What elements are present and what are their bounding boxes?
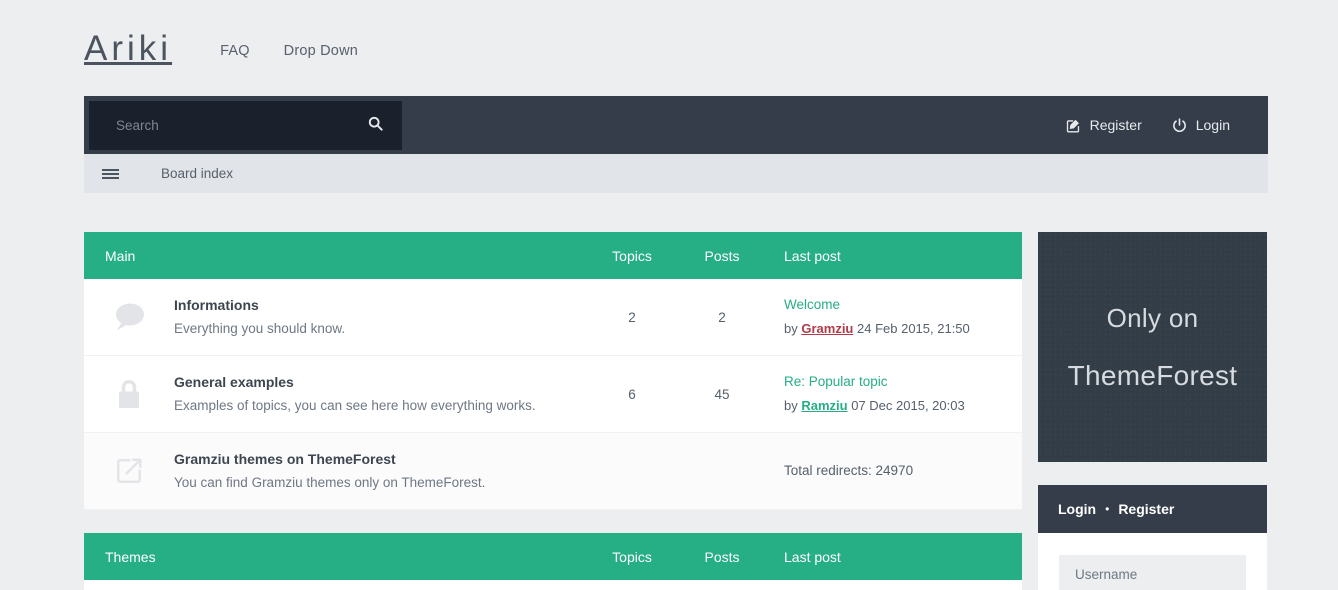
- forum-name[interactable]: Gramziu themes on ThemeForest: [174, 451, 396, 467]
- search-input[interactable]: [116, 117, 362, 133]
- page-root: Ariki FAQ Drop Down Search Register Logi…: [0, 0, 1338, 590]
- last-post-byline: by Gramziu 24 Feb 2015, 21:50: [784, 319, 1022, 339]
- forum-description: Examples of topics, you can see here how…: [174, 397, 536, 413]
- last-post-by-prefix: by: [784, 320, 798, 336]
- forum-category-themes: Themes Topics Posts Last post: [84, 533, 1022, 590]
- nav-drop-down[interactable]: Drop Down: [284, 43, 358, 59]
- column-header-topics: Topics: [612, 247, 652, 264]
- forum-row[interactable]: Gramziu themes on ThemeForest You can fi…: [84, 433, 1022, 510]
- header-bar: Register Login: [84, 96, 1268, 154]
- forum-topics-count: 6: [628, 386, 636, 402]
- last-post-title[interactable]: Welcome: [784, 297, 840, 312]
- last-post-date: 24 Feb 2015, 21:50: [857, 320, 970, 336]
- search-box: [89, 100, 402, 150]
- register-label: Register: [1089, 117, 1142, 133]
- category-title: Themes: [105, 548, 156, 565]
- banner-line-1: Only on: [1106, 302, 1199, 333]
- forum-description: Everything you should know.: [174, 320, 346, 336]
- forum-name[interactable]: Informations: [174, 297, 259, 313]
- forum-row[interactable]: [84, 580, 1022, 590]
- forum-list: Main Topics Posts Last post Informations…: [84, 232, 1022, 590]
- column-header-posts: Posts: [704, 247, 740, 264]
- lock-icon: [84, 378, 174, 410]
- forum-row[interactable]: Informations Everything you should know.…: [84, 279, 1022, 356]
- forum-name[interactable]: General examples: [174, 374, 294, 390]
- sidebar: Only on ThemeForest Login • Register: [1038, 232, 1267, 590]
- forum-category-header: Main Topics Posts Last post: [84, 232, 1022, 279]
- last-post-author[interactable]: Ramziu: [801, 398, 847, 413]
- external-link-icon: [84, 456, 174, 486]
- breadcrumb-board-index[interactable]: Board index: [161, 166, 233, 181]
- forum-posts-count: 2: [718, 309, 726, 325]
- forum-row-body: General examples Examples of topics, you…: [174, 374, 587, 415]
- forum-last-post: Re: Popular topic by Ramziu 07 Dec 2015,…: [767, 372, 1022, 416]
- last-post-by-prefix: by: [784, 397, 798, 413]
- forum-topics-count: 2: [628, 309, 636, 325]
- nav-faq[interactable]: FAQ: [220, 43, 250, 59]
- search-icon: [368, 116, 383, 134]
- pencil-square-icon: [1066, 118, 1081, 133]
- breadcrumb: Board index: [84, 154, 1268, 193]
- header-actions: Register Login: [1066, 117, 1268, 133]
- forum-description: You can find Gramziu themes only on Them…: [174, 474, 486, 490]
- forum-last-post: Total redirects: 24970: [767, 461, 1022, 482]
- panel-separator: •: [1105, 502, 1110, 516]
- column-header-last-post: Last post: [784, 247, 841, 264]
- column-header-topics: Topics: [612, 548, 652, 565]
- themeforest-banner[interactable]: Only on ThemeForest: [1038, 232, 1267, 462]
- site-logo[interactable]: Ariki: [84, 31, 172, 66]
- forum-category-main: Main Topics Posts Last post Informations…: [84, 232, 1022, 510]
- login-link[interactable]: Login: [1172, 117, 1230, 133]
- top-navigation: Ariki FAQ Drop Down: [84, 0, 1268, 96]
- forum-category-header: Themes Topics Posts Last post: [84, 533, 1022, 580]
- last-post-title[interactable]: Re: Popular topic: [784, 374, 888, 389]
- last-post-byline: by Ramziu 07 Dec 2015, 20:03: [784, 396, 1022, 416]
- last-post-date: 07 Dec 2015, 20:03: [851, 397, 965, 413]
- forum-row[interactable]: General examples Examples of topics, you…: [84, 356, 1022, 433]
- last-post-author[interactable]: Gramziu: [801, 321, 853, 336]
- category-title: Main: [105, 247, 136, 264]
- top-nav-links: FAQ Drop Down: [220, 38, 358, 59]
- login-panel-body: [1038, 533, 1267, 590]
- banner-line-2: ThemeForest: [1067, 359, 1238, 391]
- column-header-posts: Posts: [704, 548, 740, 565]
- forum-row-body: Gramziu themes on ThemeForest You can fi…: [174, 451, 587, 492]
- speech-bubble-icon: [84, 301, 174, 333]
- panel-login-link[interactable]: Login: [1058, 501, 1096, 517]
- login-panel-header: Login • Register: [1038, 485, 1267, 533]
- total-redirects: Total redirects: 24970: [784, 462, 914, 478]
- panel-register-link[interactable]: Register: [1118, 501, 1174, 517]
- forum-last-post: Welcome by Gramziu 24 Feb 2015, 21:50: [767, 295, 1022, 339]
- login-panel: Login • Register: [1038, 485, 1267, 590]
- content-area: Main Topics Posts Last post Informations…: [84, 232, 1268, 590]
- forum-row-body: Informations Everything you should know.: [174, 297, 587, 338]
- forum-posts-count: 45: [714, 386, 730, 402]
- column-header-last-post: Last post: [784, 548, 841, 565]
- search-submit-button[interactable]: [362, 116, 389, 134]
- register-link[interactable]: Register: [1066, 117, 1142, 133]
- hamburger-menu-icon[interactable]: [84, 154, 136, 193]
- login-label: Login: [1195, 117, 1230, 133]
- username-input[interactable]: [1059, 555, 1246, 590]
- power-icon: [1172, 117, 1187, 133]
